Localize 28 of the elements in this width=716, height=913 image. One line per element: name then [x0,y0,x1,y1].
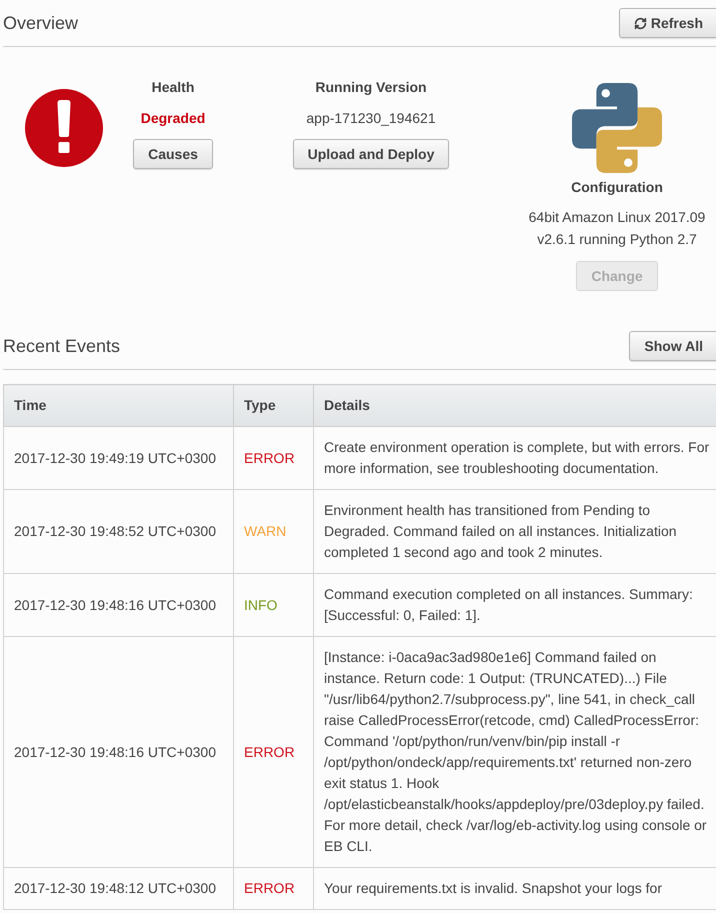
event-type-cell: WARN [234,490,314,574]
time-cell: 2017-12-30 19:48:52 UTC+0300 [4,490,234,574]
upload-deploy-button[interactable]: Upload and Deploy [292,139,450,169]
configuration-label: Configuration [571,179,663,196]
event-type-cell: ERROR [234,426,314,490]
section-title: Overview [3,12,78,34]
time-cell: 2017-12-30 19:48:12 UTC+0300 [4,868,234,910]
exclamation-icon [25,89,103,167]
health-status: Degraded [140,110,206,127]
time-cell: 2017-12-30 19:48:16 UTC+0300 [4,636,234,868]
configuration-description: 64bit Amazon Linux 2017.09 v2.6.1 running Python 2.7 [528,208,706,249]
refresh-icon [634,16,647,30]
health-label: Health [152,79,194,96]
event-type-cell: INFO [234,574,314,636]
column-header: Details [314,384,716,426]
show-all-button[interactable]: Show All [629,331,716,361]
time-cell: 2017-12-30 19:49:19 UTC+0300 [4,426,234,490]
section-title: Recent Events [3,335,120,357]
version-value: app-171230_194621 [306,110,436,127]
column-header: Type [234,384,314,426]
event-type-cell: ERROR [234,636,314,868]
version-label: Running Version [315,79,427,96]
python-logo-icon [572,83,662,173]
column-header: Time [4,384,234,426]
refresh-button[interactable]: Refresh [618,8,716,38]
causes-button[interactable]: Causes [133,139,213,169]
time-cell: 2017-12-30 19:48:16 UTC+0300 [4,574,234,636]
event-type-cell: ERROR [234,868,314,910]
